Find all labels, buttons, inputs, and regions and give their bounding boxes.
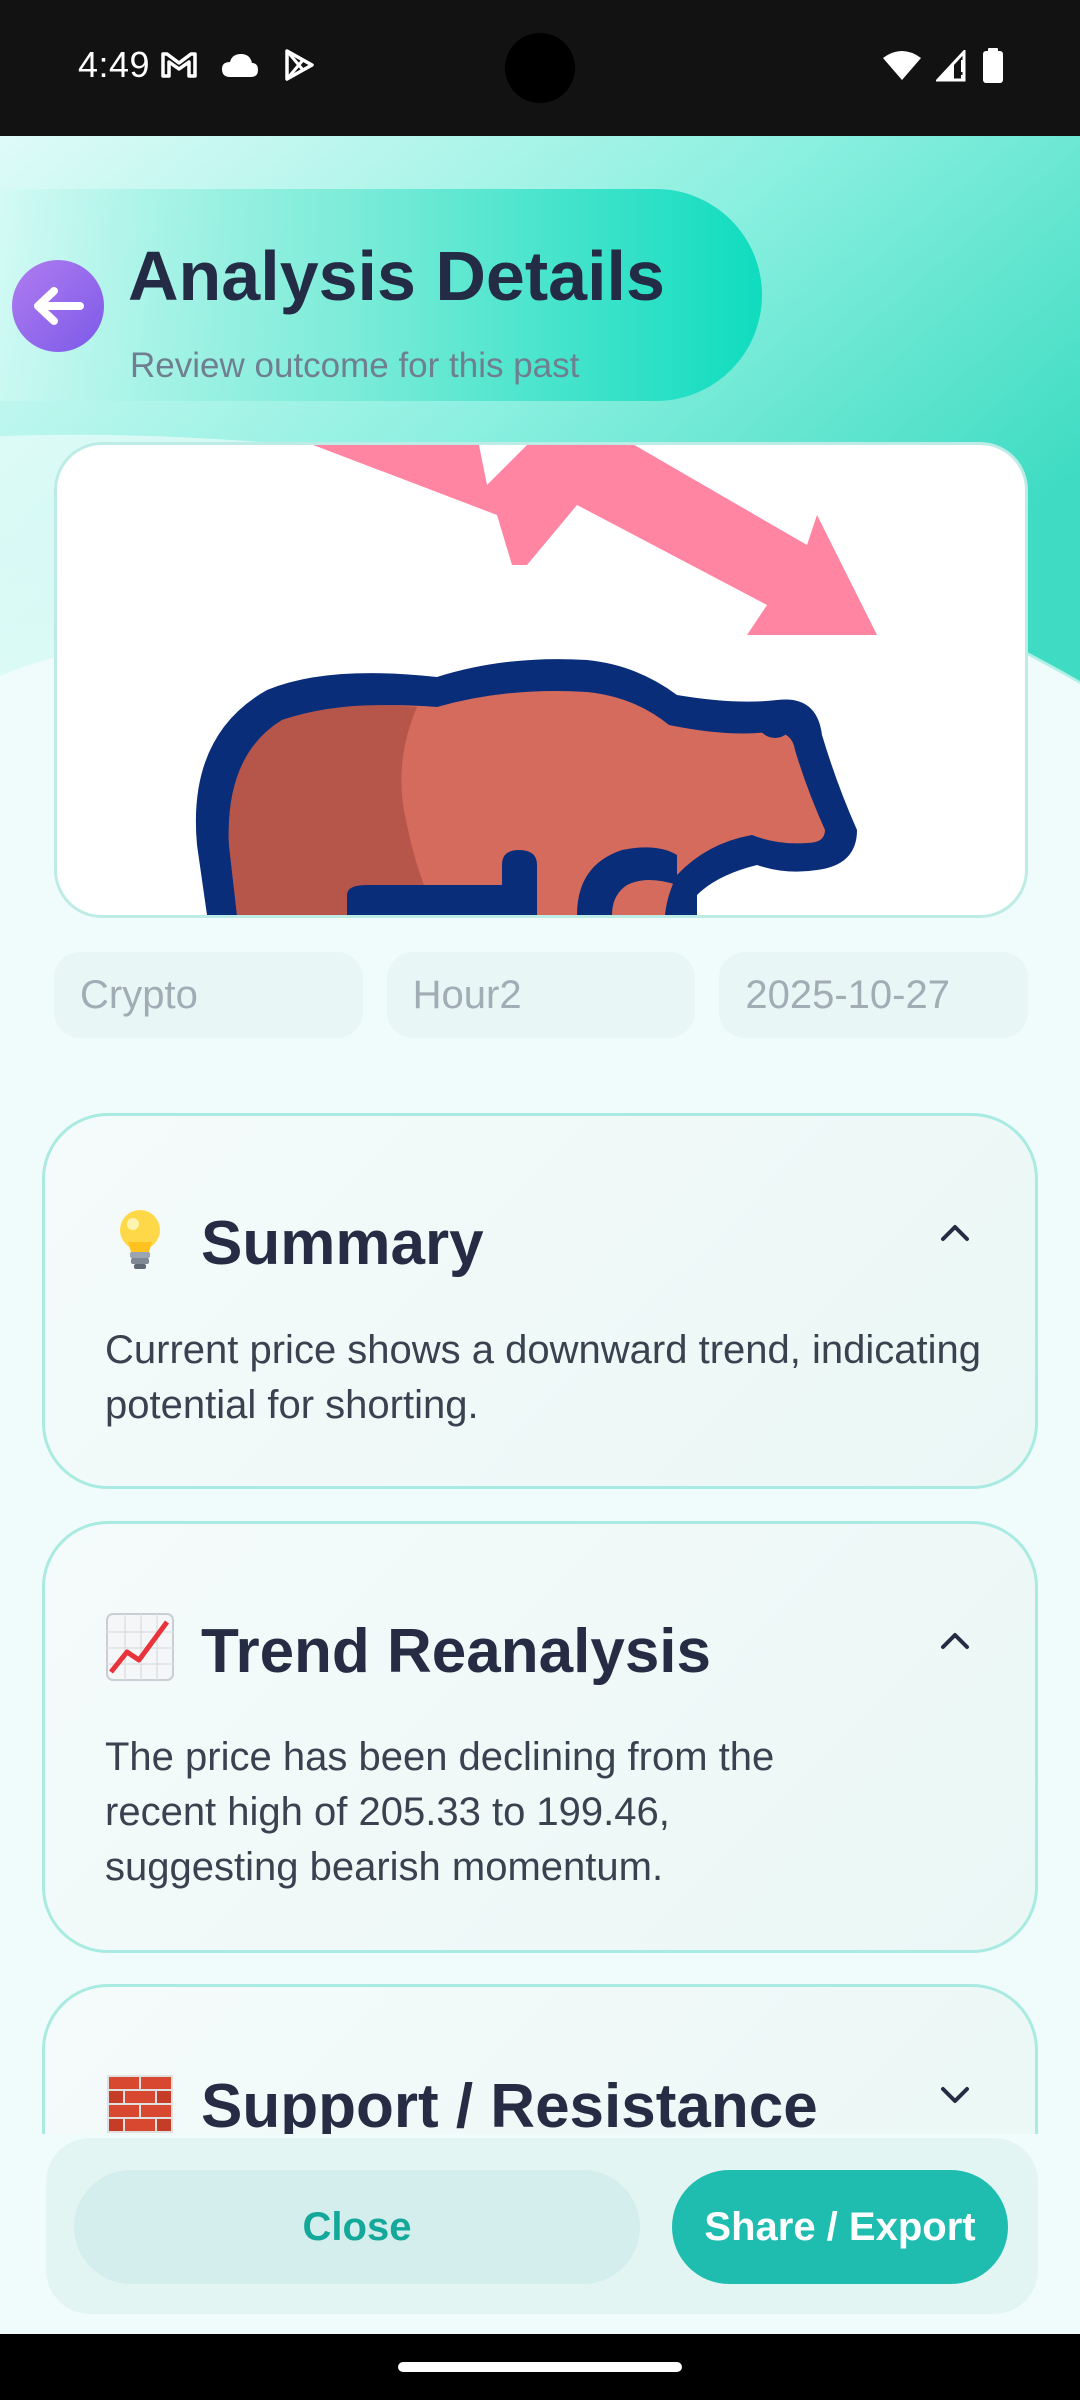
wifi-icon: [883, 51, 921, 80]
summary-header[interactable]: Summary: [45, 1116, 1035, 1286]
analysis-image-card: [54, 442, 1028, 918]
cloud-icon: [222, 54, 258, 77]
status-left-icons: [160, 48, 316, 82]
arrow-left-icon: [34, 287, 84, 325]
trend-reanalysis-header[interactable]: Trend Reanalysis: [45, 1524, 1035, 1694]
summary-body: Current price shows a downward trend, in…: [105, 1328, 981, 1427]
signal-icon: [936, 50, 966, 82]
brick-icon: [107, 2075, 173, 2133]
chip-category: Crypto: [54, 952, 363, 1038]
support-resistance-clip: Support / Resistance: [0, 1984, 1080, 2134]
play-store-icon: [285, 49, 314, 81]
summary-section: Summary Current price shows a downward t…: [42, 1113, 1038, 1489]
bottom-action-bar: Close Share / Export: [46, 2138, 1038, 2314]
support-resistance-title: Support / Resistance: [201, 2072, 818, 2134]
chip-timeframe: Hour2: [386, 952, 696, 1038]
chevron-up-icon[interactable]: [935, 1212, 975, 1252]
summary-title: Summary: [201, 1209, 484, 1278]
gmail-icon: [161, 52, 197, 78]
camera-cutout: [505, 33, 575, 103]
lightbulb-icon: [120, 1210, 160, 1269]
chevron-down-icon[interactable]: [935, 2075, 975, 2115]
battery-icon: [983, 48, 1003, 83]
trend-reanalysis-section: Trend Reanalysis The price has been decl…: [42, 1521, 1038, 1953]
analysis-details-screen: Analysis Details Review outcome for this…: [0, 136, 1080, 2334]
close-button[interactable]: Close: [74, 2170, 640, 2284]
bear-market-icon: [195, 445, 877, 915]
status-bar: 4:49: [0, 0, 1080, 136]
status-time: 4:49: [78, 44, 151, 85]
support-resistance-section[interactable]: Support / Resistance: [42, 1984, 1038, 2134]
trend-reanalysis-title: Trend Reanalysis: [201, 1617, 712, 1686]
navigation-bar: [0, 2334, 1080, 2400]
chip-date: 2025-10-27: [719, 952, 1029, 1038]
home-indicator[interactable]: [398, 2362, 682, 2372]
share-export-button[interactable]: Share / Export: [672, 2170, 1008, 2284]
chart-increasing-icon: [106, 1613, 174, 1681]
trend-reanalysis-body: The price has been declining from the re…: [105, 1735, 775, 1889]
back-button[interactable]: [12, 260, 104, 352]
page-title: Analysis Details: [128, 237, 665, 315]
chevron-up-icon[interactable]: [935, 1620, 975, 1660]
page-subtitle: Review outcome for this past: [130, 346, 580, 385]
meta-chips: Crypto Hour2 2025-10-27: [54, 952, 1029, 1038]
status-right-icons: [882, 48, 1004, 84]
